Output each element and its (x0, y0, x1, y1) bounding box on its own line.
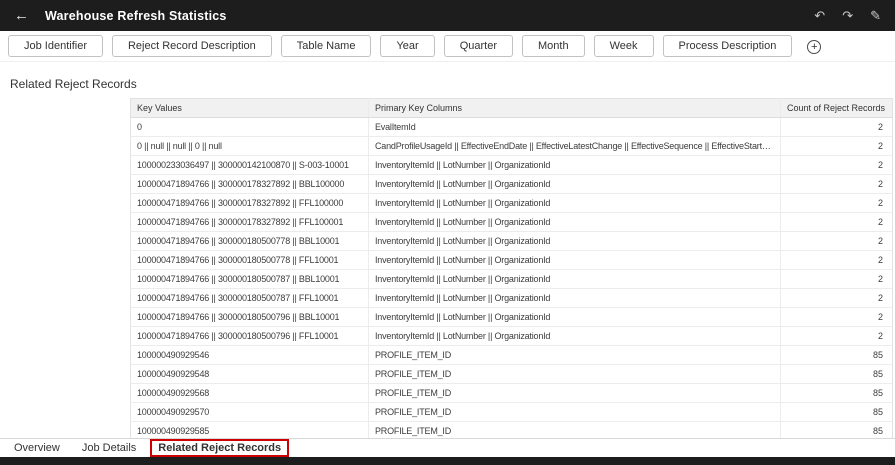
table-row[interactable]: 100000471894766 || 300000180500778 || BB… (130, 231, 893, 251)
key-values-cell: 100000471894766 || 300000178327892 || FF… (130, 212, 369, 232)
key-values-cell: 100000471894766 || 300000180500787 || FF… (130, 288, 369, 308)
reject-records-tbody: 0 EvalItemId 2 0 || null || null || 0 || nu… (130, 117, 893, 441)
count-cell: 2 (780, 117, 893, 137)
table-row[interactable]: 100000233036497 || 300000142100870 || S-… (130, 155, 893, 175)
table-row[interactable]: 100000471894766 || 300000178327892 || FF… (130, 193, 893, 213)
table-row[interactable]: 100000490929568 PROFILE_ITEM_ID 85 (130, 383, 893, 403)
table-header-row: Key Values Primary Key Columns Count of … (130, 98, 893, 118)
count-cell: 85 (780, 402, 893, 422)
primary-key-columns-cell: InventoryItemId || LotNumber || Organiza… (368, 174, 781, 194)
count-cell: 2 (780, 174, 893, 194)
count-cell: 2 (780, 250, 893, 270)
key-values-cell: 100000471894766 || 300000180500778 || FF… (130, 250, 369, 270)
add-filter-button[interactable]: + (807, 38, 822, 55)
table-row[interactable]: 100000471894766 || 300000178327892 || BB… (130, 174, 893, 194)
table-row[interactable]: 100000490929546 PROFILE_ITEM_ID 85 (130, 345, 893, 365)
tab-related-reject-records[interactable]: Related Reject Records (150, 439, 290, 457)
undo-icon[interactable]: ↶ (814, 9, 825, 22)
key-values-cell: 100000233036497 || 300000142100870 || S-… (130, 155, 369, 175)
primary-key-columns-cell: PROFILE_ITEM_ID (368, 364, 781, 384)
table-row[interactable]: 0 EvalItemId 2 (130, 117, 893, 137)
reject-records-table: Key Values Primary Key Columns Count of … (130, 98, 893, 441)
key-values-cell: 0 || null || null || 0 || null (130, 136, 369, 156)
count-cell: 2 (780, 326, 893, 346)
filter-button-week[interactable]: Week (593, 34, 654, 58)
key-values-cell: 100000471894766 || 300000180500778 || BB… (130, 231, 369, 251)
primary-key-columns-cell: PROFILE_ITEM_ID (368, 345, 781, 365)
count-cell: 2 (780, 136, 893, 156)
count-cell: 2 (780, 193, 893, 213)
table-row[interactable]: 100000471894766 || 300000180500787 || BB… (130, 269, 893, 289)
plus-icon: + (807, 40, 822, 55)
bottom-bar (0, 457, 895, 465)
table-row[interactable]: 100000471894766 || 300000178327892 || FF… (130, 212, 893, 232)
filter-button-process-description[interactable]: Process Description (662, 34, 793, 58)
tab-job-details[interactable]: Job Details (74, 441, 144, 455)
filter-buttons: Job Identifier Reject Record Description T… (8, 34, 793, 58)
topbar-actions: ↶ ↷ ✎ (814, 9, 881, 22)
primary-key-columns-cell: PROFILE_ITEM_ID (368, 383, 781, 403)
primary-key-columns-cell: PROFILE_ITEM_ID (368, 402, 781, 422)
top-bar: ← Warehouse Refresh Statistics ↶ ↷ ✎ (0, 0, 895, 31)
footer-tabs: Overview Job Details Related Reject Record… (0, 438, 895, 457)
tab-overview[interactable]: Overview (6, 441, 68, 455)
primary-key-columns-cell: InventoryItemId || LotNumber || Organiza… (368, 288, 781, 308)
primary-key-columns-cell: CandProfileUsageId || EffectiveEndDate |… (368, 136, 781, 156)
primary-key-columns-cell: InventoryItemId || LotNumber || Organiza… (368, 307, 781, 327)
primary-key-columns-cell: InventoryItemId || LotNumber || Organiza… (368, 212, 781, 232)
key-values-cell: 100000471894766 || 300000178327892 || FF… (130, 193, 369, 213)
reject-records-table-wrap: Key Values Primary Key Columns Count of … (130, 98, 893, 441)
filter-button-reject-record-description[interactable]: Reject Record Description (111, 34, 272, 58)
count-cell: 2 (780, 212, 893, 232)
key-values-cell: 100000490929570 (130, 402, 369, 422)
primary-key-columns-cell: InventoryItemId || LotNumber || Organiza… (368, 231, 781, 251)
count-cell: 2 (780, 269, 893, 289)
filter-button-job-identifier[interactable]: Job Identifier (8, 34, 103, 58)
primary-key-columns-cell: InventoryItemId || LotNumber || Organiza… (368, 193, 781, 213)
table-row[interactable]: 0 || null || null || 0 || null CandProfil… (130, 136, 893, 156)
section-title: Related Reject Records (10, 77, 137, 91)
edit-icon[interactable]: ✎ (870, 9, 881, 22)
primary-key-columns-cell: InventoryItemId || LotNumber || Organiza… (368, 155, 781, 175)
primary-key-columns-cell: EvalItemId (368, 117, 781, 137)
count-cell: 85 (780, 364, 893, 384)
page-title: Warehouse Refresh Statistics (45, 8, 227, 23)
filter-button-quarter[interactable]: Quarter (443, 34, 513, 58)
table-row[interactable]: 100000471894766 || 300000180500796 || FF… (130, 326, 893, 346)
column-header-primary-key-columns[interactable]: Primary Key Columns (368, 98, 781, 118)
key-values-cell: 0 (130, 117, 369, 137)
table-row[interactable]: 100000471894766 || 300000180500778 || FF… (130, 250, 893, 270)
key-values-cell: 100000471894766 || 300000180500787 || BB… (130, 269, 369, 289)
count-cell: 85 (780, 383, 893, 403)
key-values-cell: 100000490929548 (130, 364, 369, 384)
filter-button-year[interactable]: Year (380, 34, 435, 58)
primary-key-columns-cell: InventoryItemId || LotNumber || Organiza… (368, 269, 781, 289)
key-values-cell: 100000471894766 || 300000180500796 || FF… (130, 326, 369, 346)
table-row[interactable]: 100000471894766 || 300000180500796 || BB… (130, 307, 893, 327)
filter-bar: Job Identifier Reject Record Description T… (0, 31, 895, 62)
table-row[interactable]: 100000490929548 PROFILE_ITEM_ID 85 (130, 364, 893, 384)
primary-key-columns-cell: InventoryItemId || LotNumber || Organiza… (368, 326, 781, 346)
key-values-cell: 100000471894766 || 300000180500796 || BB… (130, 307, 369, 327)
key-values-cell: 100000490929568 (130, 383, 369, 403)
back-icon[interactable]: ← (14, 7, 29, 24)
column-header-count[interactable]: Count of Reject Records (780, 98, 893, 118)
count-cell: 2 (780, 288, 893, 308)
filter-button-table-name[interactable]: Table Name (280, 34, 372, 58)
key-values-cell: 100000490929546 (130, 345, 369, 365)
table-row[interactable]: 100000490929570 PROFILE_ITEM_ID 85 (130, 402, 893, 422)
count-cell: 2 (780, 307, 893, 327)
table-row[interactable]: 100000471894766 || 300000180500787 || FF… (130, 288, 893, 308)
key-values-cell: 100000471894766 || 300000178327892 || BB… (130, 174, 369, 194)
count-cell: 2 (780, 155, 893, 175)
count-cell: 85 (780, 345, 893, 365)
filter-button-month[interactable]: Month (522, 34, 585, 58)
count-cell: 2 (780, 231, 893, 251)
primary-key-columns-cell: InventoryItemId || LotNumber || Organiza… (368, 250, 781, 270)
redo-icon[interactable]: ↷ (842, 9, 853, 22)
column-header-key-values[interactable]: Key Values (130, 98, 369, 118)
